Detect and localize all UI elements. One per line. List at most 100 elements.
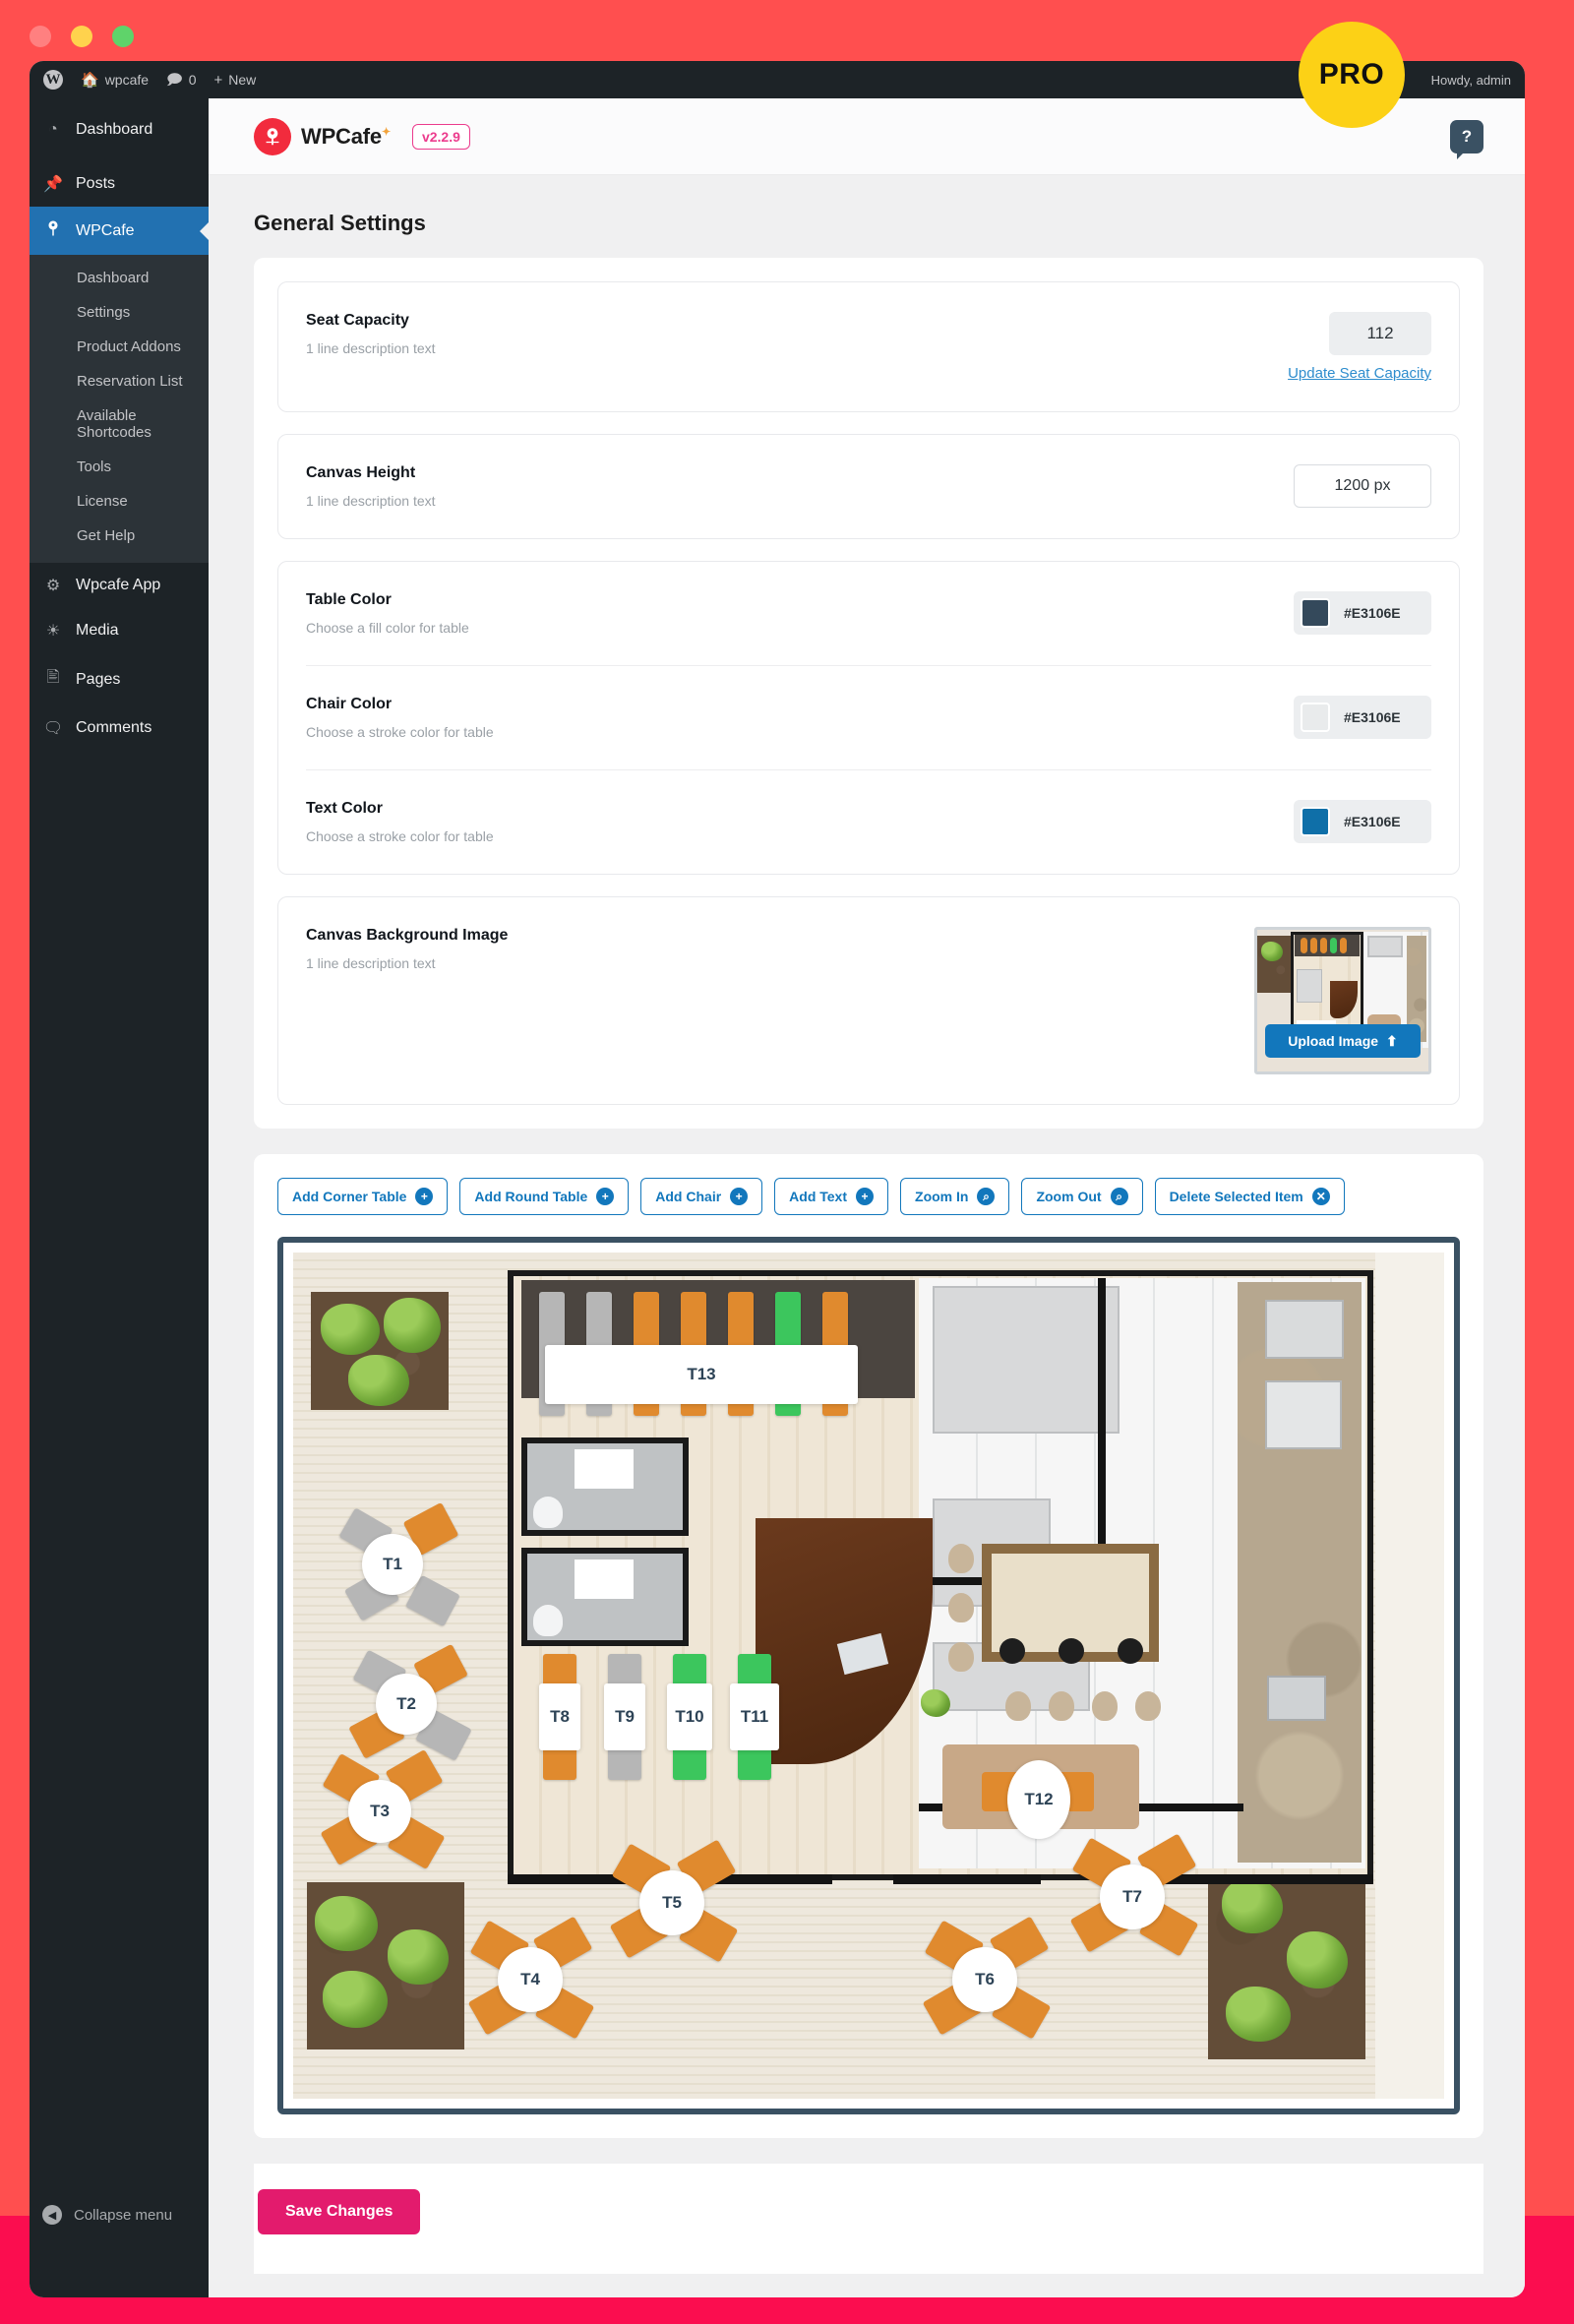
- chair-color-picker[interactable]: #E3106E: [1294, 696, 1431, 739]
- sidebar-top-group: ◔ Dashboard 📌 Posts WPCafe Dashboard Set…: [30, 98, 209, 751]
- submenu-item-settings[interactable]: Settings: [30, 295, 209, 330]
- table-T3[interactable]: T3: [348, 1780, 411, 1843]
- table-T10[interactable]: T10: [667, 1683, 712, 1750]
- delete-selected-item-button[interactable]: Delete Selected Item ✕: [1154, 1178, 1345, 1215]
- sidebar-item-label: Pages: [76, 670, 121, 688]
- dashboard-icon: ◔: [48, 121, 58, 138]
- table-T4[interactable]: T4: [498, 1947, 563, 2012]
- table-T7[interactable]: T7: [1100, 1865, 1165, 1929]
- upload-icon: ⬆: [1386, 1032, 1398, 1049]
- question-bubble-icon[interactable]: ?: [1450, 119, 1483, 159]
- table-T8[interactable]: T8: [539, 1683, 580, 1750]
- add-text-button[interactable]: Add Text +: [774, 1178, 889, 1215]
- table-T1[interactable]: T1: [362, 1534, 423, 1595]
- upload-image-button[interactable]: Upload Image ⬆: [1265, 1024, 1421, 1058]
- page-title: General Settings: [254, 211, 426, 235]
- collapse-menu-button[interactable]: ◀ Collapse menu: [30, 2193, 209, 2236]
- color-swatch[interactable]: [1301, 807, 1330, 836]
- table-color-picker[interactable]: #E3106E: [1294, 591, 1431, 635]
- save-changes-button[interactable]: Save Changes: [258, 2189, 421, 2234]
- row-title: Text Color: [306, 800, 383, 817]
- minimize-window-dot[interactable]: [71, 26, 92, 47]
- floorplan-frame: T13 T1 T2 T3 T8 T9 T10 T11 T12 T4 T5 T6 …: [277, 1237, 1460, 2114]
- row-control: 112 Update Seat Capacity: [1288, 312, 1431, 382]
- table-label: T12: [1024, 1790, 1054, 1808]
- table-T12[interactable]: T12: [1007, 1760, 1070, 1839]
- table-T9[interactable]: T9: [604, 1683, 645, 1750]
- row-description: Choose a stroke color for table: [306, 828, 494, 844]
- admin-content: WPCafe✦ v2.2.9 ? General Settings Seat C…: [209, 98, 1525, 2297]
- table-T13[interactable]: T13: [545, 1345, 858, 1404]
- row-description: 1 line description text: [306, 493, 436, 509]
- button-label: Add Text: [789, 1189, 848, 1204]
- wordpress-icon: W: [43, 70, 63, 90]
- wp-logo-menu[interactable]: W: [43, 70, 63, 90]
- button-label: Zoom In: [915, 1189, 969, 1204]
- zoom-out-button[interactable]: Zoom Out ⌕: [1021, 1178, 1143, 1215]
- new-label: New: [228, 72, 257, 88]
- sidebar-item-pages[interactable]: 🖹 Pages: [30, 653, 209, 705]
- row-label: Text Color Choose a stroke color for tab…: [306, 800, 494, 844]
- submenu-item-dashboard[interactable]: Dashboard: [30, 261, 209, 295]
- admin-sidebar: ◔ Dashboard 📌 Posts WPCafe Dashboard Set…: [30, 98, 209, 2297]
- collapse-menu-label: Collapse menu: [74, 2206, 173, 2224]
- sidebar-item-posts[interactable]: 📌 Posts: [30, 161, 209, 207]
- new-content-menu[interactable]: + New: [214, 72, 257, 88]
- site-name-menu[interactable]: 🏠 wpcafe: [81, 72, 149, 88]
- row-title: Table Color: [306, 591, 392, 608]
- settings-scroll-body: General Settings Seat Capacity 1 line de…: [209, 175, 1525, 2274]
- sidebar-item-media[interactable]: ☀ Media: [30, 608, 209, 653]
- sidebar-item-comments[interactable]: 🗨 Comments: [30, 705, 209, 751]
- floorplan-canvas[interactable]: T13 T1 T2 T3 T8 T9 T10 T11 T12 T4 T5 T6 …: [293, 1253, 1444, 2099]
- submenu-item-tools[interactable]: Tools: [30, 450, 209, 484]
- close-window-dot[interactable]: [30, 26, 51, 47]
- gear-icon: ⚙: [45, 578, 61, 594]
- submenu-item-available-shortcodes[interactable]: Available Shortcodes: [30, 398, 209, 450]
- add-round-table-button[interactable]: Add Round Table +: [459, 1178, 630, 1215]
- sidebar-item-label: Comments: [76, 719, 152, 736]
- sidebar-item-wpcafe[interactable]: WPCafe: [30, 207, 209, 255]
- sidebar-item-wpcafe-app[interactable]: ⚙ Wpcafe App: [30, 563, 209, 608]
- button-label: Add Chair: [655, 1189, 722, 1204]
- canvas-height-input[interactable]: 1200 px: [1294, 464, 1431, 508]
- seat-capacity-input[interactable]: 112: [1329, 312, 1431, 355]
- add-corner-table-button[interactable]: Add Corner Table +: [277, 1178, 449, 1215]
- button-label: Zoom Out: [1036, 1189, 1102, 1204]
- sidebar-item-label: Posts: [76, 175, 116, 192]
- zoom-in-button[interactable]: Zoom In ⌕: [900, 1178, 1010, 1215]
- color-swatch[interactable]: [1301, 598, 1330, 628]
- submenu-item-get-help[interactable]: Get Help: [30, 519, 209, 553]
- row-label: Seat Capacity 1 line description text: [306, 312, 436, 356]
- table-T6[interactable]: T6: [952, 1947, 1017, 2012]
- color-swatch[interactable]: [1301, 703, 1330, 732]
- brand-spark-icon: ✦: [381, 126, 391, 139]
- color-hex-label: #E3106E: [1344, 709, 1401, 725]
- row-description: 1 line description text: [306, 340, 436, 356]
- button-label: Add Round Table: [474, 1189, 588, 1204]
- howdy-menu[interactable]: Howdy, admin: [1431, 73, 1511, 88]
- table-T11[interactable]: T11: [730, 1683, 779, 1750]
- submenu-item-product-addons[interactable]: Product Addons: [30, 330, 209, 364]
- sidebar-item-label: WPCafe: [76, 221, 135, 239]
- canvas-background-preview[interactable]: Upload Image ⬆: [1254, 927, 1431, 1074]
- row-canvas-background-image: Canvas Background Image 1 line descripti…: [306, 897, 1431, 1104]
- text-color-picker[interactable]: #E3106E: [1294, 800, 1431, 843]
- row-label: Canvas Background Image 1 line descripti…: [306, 927, 508, 971]
- comments-menu[interactable]: 🗩 0: [166, 72, 196, 88]
- table-T5[interactable]: T5: [639, 1870, 704, 1935]
- table-label: T2: [396, 1694, 416, 1713]
- submenu-item-reservation-list[interactable]: Reservation List: [30, 364, 209, 398]
- zoom-out-icon: ⌕: [1110, 1188, 1128, 1205]
- row-chair-color: Chair Color Choose a stroke color for ta…: [306, 665, 1431, 769]
- upload-image-label: Upload Image: [1288, 1033, 1379, 1049]
- row-label: Chair Color Choose a stroke color for ta…: [306, 696, 494, 740]
- table-label: T7: [1122, 1887, 1142, 1906]
- table-T2[interactable]: T2: [376, 1674, 437, 1735]
- submenu-item-license[interactable]: License: [30, 484, 209, 519]
- update-seat-capacity-link[interactable]: Update Seat Capacity: [1288, 365, 1431, 382]
- window-traffic-lights: [30, 26, 134, 47]
- table-label: T9: [615, 1707, 635, 1726]
- add-chair-button[interactable]: Add Chair +: [640, 1178, 763, 1215]
- maximize-window-dot[interactable]: [112, 26, 134, 47]
- sidebar-item-dashboard[interactable]: ◔ Dashboard: [30, 108, 209, 152]
